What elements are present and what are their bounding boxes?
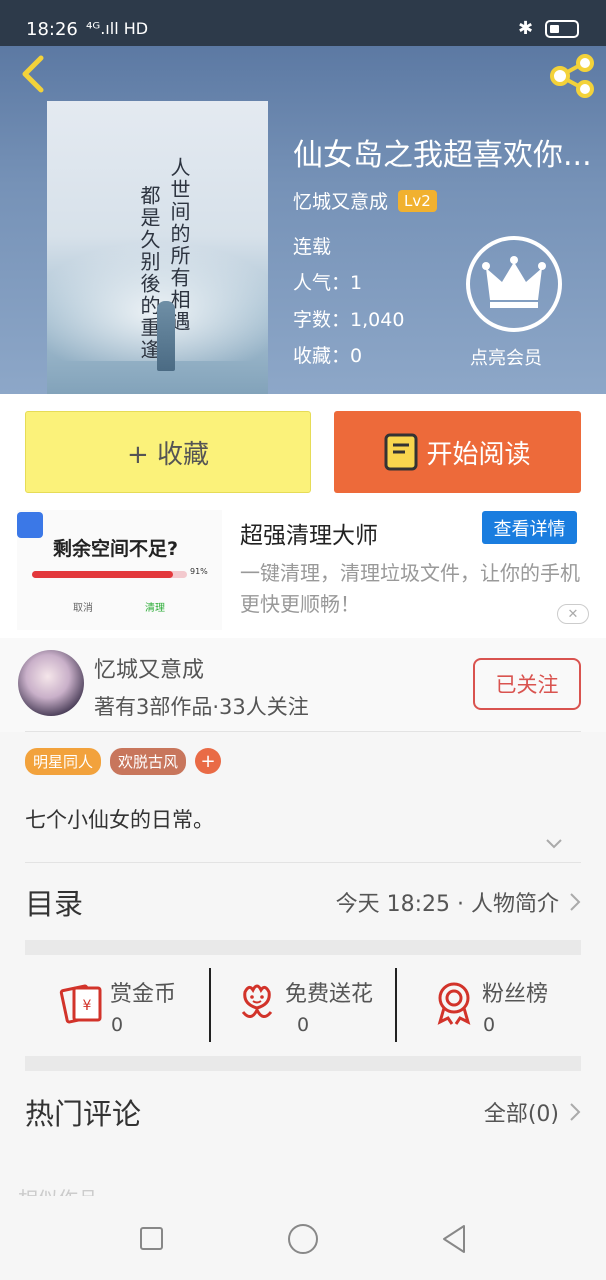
comments-heading: 热门评论 (25, 1097, 142, 1131)
fan-ranking-label: 粉丝榜 (481, 982, 548, 1007)
status-time: 18:26 (26, 19, 78, 40)
divider (25, 862, 581, 863)
word-count-value: 1,040 (350, 309, 405, 331)
author-card[interactable]: 忆城又意成 著有3部作品·33人关注 已关注 (0, 638, 606, 732)
comments-row[interactable]: 热门评论 全部(0) (25, 1090, 581, 1134)
home-button[interactable] (288, 1224, 318, 1254)
reward-coins[interactable]: ¥ 赏金币 0 (25, 968, 209, 1042)
tag-list: 明星同人 欢脱古风 + (25, 748, 222, 775)
ad-storage-bar (32, 571, 187, 578)
ad-title: 超强清理大师 (240, 523, 378, 549)
send-flower-label: 免费送花 (284, 982, 373, 1007)
book-title: 仙女岛之我超喜欢你... (293, 138, 592, 173)
reward-stats: ¥ 赏金币 0 免费送花 0 粉丝榜 0 (25, 968, 581, 1042)
tag-chip[interactable]: 欢脱古风 (110, 748, 187, 775)
svg-text:¥: ¥ (83, 998, 92, 1014)
ad-thumbnail[interactable]: 剩余空间不足? 91% 取消 清理 (17, 510, 222, 630)
send-flower-value: 0 (296, 1014, 310, 1036)
ad-thumb-title: 剩余空间不足? (53, 538, 179, 560)
ad-description: 一键清理，清理垃圾文件，让你的手机更快更顺畅！ (240, 561, 580, 616)
status-bar: 18:26 ⁴ᴳ.ıll HD ✱ (0, 0, 606, 46)
all-comments-label: 全部(0) (483, 1102, 559, 1127)
word-count-stat: 字数：1,040 (293, 305, 404, 332)
popularity-value: 1 (350, 272, 363, 294)
toc-row[interactable]: 目录 今天 18:25 · 人物简介 (25, 880, 581, 924)
favorites-stat: 收藏：0 (293, 341, 362, 368)
vip-crown-button[interactable] (466, 236, 562, 332)
start-reading-button[interactable]: 开始阅读 (334, 411, 581, 493)
toc-latest-text: 今天 18:25 · 人物简介 (335, 892, 559, 917)
add-tag-button[interactable]: + (195, 748, 222, 774)
cover-figure (157, 301, 175, 371)
fan-ranking[interactable]: 粉丝榜 0 (395, 968, 581, 1042)
chevron-right-icon (570, 893, 581, 911)
book-description: 七个小仙女的日常。 (25, 808, 214, 832)
favorites-value: 0 (350, 345, 363, 367)
favorites-label: 收藏： (293, 345, 351, 367)
reward-coins-value: 0 (110, 1014, 124, 1036)
toc-latest[interactable]: 今天 18:25 · 人物简介 (336, 886, 581, 918)
word-count-label: 字数： (293, 309, 351, 331)
book-author[interactable]: 忆城又意成 (293, 187, 388, 214)
book-author-row: 忆城又意成 Lv2 (293, 187, 437, 214)
crown-icon (482, 256, 546, 308)
system-nav-bar (0, 1196, 606, 1280)
author-stats: 著有3部作品·33人关注 (94, 695, 309, 719)
share-icon[interactable] (548, 54, 598, 98)
back-nav-icon[interactable] (440, 1224, 468, 1254)
section-separator (25, 1056, 581, 1071)
recent-apps-button[interactable] (140, 1227, 163, 1250)
flower-icon (241, 984, 273, 1018)
popularity-label: 人气： (293, 272, 351, 294)
back-icon[interactable] (14, 54, 54, 94)
add-favorite-button[interactable]: + 收藏 (25, 411, 311, 493)
avatar[interactable] (18, 650, 84, 716)
ad-storage-percent: 91% (190, 567, 208, 576)
vip-label[interactable]: 点亮会员 (470, 344, 542, 370)
ad-close-button[interactable]: ✕ (557, 604, 589, 624)
divider (25, 731, 581, 732)
battery-icon (545, 20, 579, 38)
tag-chip[interactable]: 明星同人 (25, 748, 102, 775)
start-reading-label: 开始阅读 (426, 439, 531, 470)
serial-status: 连载 (293, 236, 332, 258)
ad-app-icon (17, 512, 43, 538)
book-header: 人世间的所有相遇 都是久别後的重逢 仙女岛之我超喜欢你... 忆城又意成 Lv2… (0, 46, 606, 394)
ad-banner[interactable]: 剩余空间不足? 91% 取消 清理 超强清理大师 查看详情 一键清理，清理垃圾文… (0, 500, 606, 638)
fan-ranking-value: 0 (482, 1014, 496, 1036)
ad-storage-bar-fill (32, 571, 174, 578)
send-flower[interactable]: 免费送花 0 (209, 968, 395, 1042)
chevron-down-icon[interactable] (545, 838, 563, 850)
chevron-right-icon (570, 1103, 581, 1121)
medal-icon (437, 982, 471, 1025)
ad-details-button[interactable]: 查看详情 (482, 511, 577, 544)
book-cover[interactable]: 人世间的所有相遇 都是久别後的重逢 (47, 101, 268, 394)
section-separator (25, 940, 581, 955)
author-name[interactable]: 忆城又意成 (94, 652, 204, 684)
popularity-stat: 人气：1 (293, 268, 362, 295)
toc-heading: 目录 (25, 887, 84, 921)
level-badge: Lv2 (398, 189, 437, 212)
action-bar: + 收藏 开始阅读 (0, 394, 606, 500)
coin-envelope-icon: ¥ (59, 984, 102, 1024)
all-comments-link[interactable]: 全部(0) (484, 1096, 581, 1128)
ad-thumb-clean: 清理 (145, 603, 165, 614)
reward-coins-label: 赏金币 (109, 982, 176, 1007)
book-icon (384, 433, 418, 471)
network-indicator: ⁴ᴳ.ıll HD (86, 19, 149, 38)
ad-thumb-cancel: 取消 (73, 603, 93, 614)
bluetooth-icon: ✱ (518, 18, 534, 39)
follow-button[interactable]: 已关注 (473, 658, 581, 710)
